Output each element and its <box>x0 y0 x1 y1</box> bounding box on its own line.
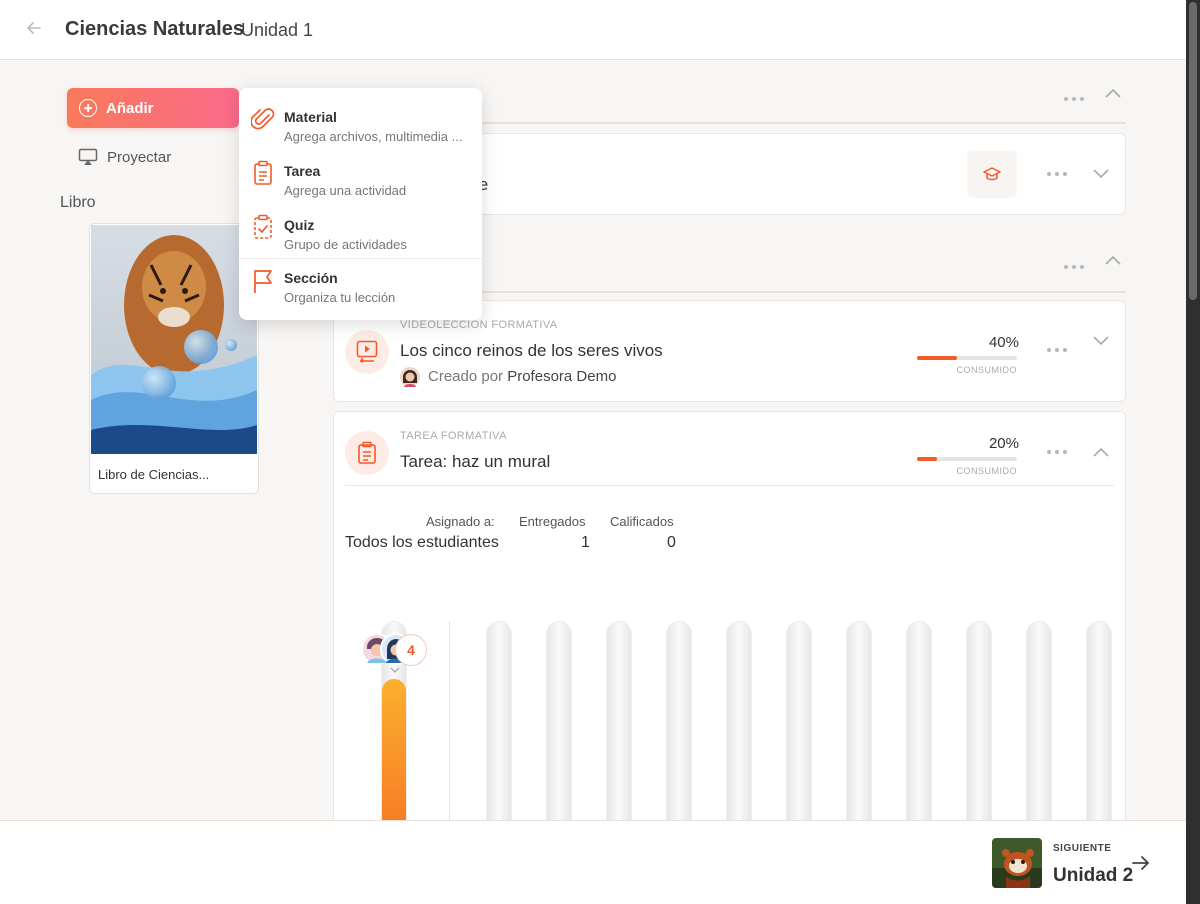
progress-fill <box>917 356 957 360</box>
progress-percent: 40% <box>988 334 1019 351</box>
chevron-up-icon[interactable] <box>1105 88 1121 98</box>
menu-item-subtitle: Organiza tu lección <box>284 290 396 305</box>
clipboard-icon <box>358 441 376 464</box>
empty-bar-slot[interactable] <box>966 621 992 821</box>
consumed-label: CONSUMIDO <box>956 466 1017 476</box>
add-button[interactable]: Añadir <box>67 88 239 128</box>
menu-item-subtitle: Grupo de actividades <box>284 237 407 252</box>
next-unit-title[interactable]: Unidad 2 <box>1053 865 1133 887</box>
lesson-type-label: TAREA FORMATIVA <box>400 430 507 442</box>
chevron-down-small-icon <box>390 667 400 673</box>
menu-item-tarea[interactable]: Tarea Agrega una actividad <box>239 146 482 200</box>
more-options-icon[interactable] <box>1064 97 1086 103</box>
menu-separator <box>239 258 482 259</box>
clipboard-check-icon <box>254 214 272 239</box>
progress-percent: 20% <box>988 435 1019 452</box>
chevron-down-icon[interactable] <box>1093 336 1109 346</box>
paperclip-icon <box>251 108 275 130</box>
cast-screen-icon <box>78 148 98 165</box>
empty-bar-slot[interactable] <box>486 621 512 821</box>
empty-bar-slot[interactable] <box>726 621 752 821</box>
assigned-label: Asignado a: <box>426 514 495 529</box>
graduation-cap-icon <box>983 167 1001 181</box>
next-unit-thumbnail[interactable] <box>992 838 1042 888</box>
lesson-title[interactable]: Los cinco reinos de los seres vivos <box>400 341 663 361</box>
add-button-label: Añadir <box>106 99 154 117</box>
video-icon-circle <box>345 330 389 374</box>
author-avatar <box>400 367 420 387</box>
lesson-type-label: VIDEOLECCIÓN FORMATIVA <box>400 319 558 331</box>
add-menu-dropdown: Material Agrega archivos, multimedia ...… <box>239 88 482 320</box>
created-by-prefix: Creado por <box>428 368 504 385</box>
window-scrollbar[interactable] <box>1186 0 1200 904</box>
empty-bar-slot[interactable] <box>786 621 812 821</box>
video-play-icon <box>356 340 378 363</box>
menu-item-title: Sección <box>284 270 338 286</box>
progress-track <box>917 457 1017 461</box>
graduation-badge[interactable] <box>967 151 1017 198</box>
book-cover-image <box>91 225 257 454</box>
student-bar-fill <box>382 679 406 829</box>
menu-item-seccion[interactable]: Sección Organiza tu lección <box>239 260 482 314</box>
graded-label: Calificados <box>610 514 674 529</box>
footer-bar: SIGUIENTE Unidad 2 <box>0 820 1186 904</box>
plus-circle-icon <box>79 99 97 117</box>
chevron-down-icon[interactable] <box>1093 169 1109 179</box>
menu-item-quiz[interactable]: Quiz Grupo de actividades <box>239 200 482 254</box>
empty-bar-slot[interactable] <box>846 621 872 821</box>
scrollbar-thumb[interactable] <box>1189 2 1197 300</box>
next-label: SIGUIENTE <box>1053 843 1112 854</box>
empty-bar-slot[interactable] <box>1026 621 1052 821</box>
empty-bar-slot[interactable] <box>606 621 632 821</box>
avatar-count-badge[interactable]: 4 <box>395 634 427 666</box>
chevron-up-icon[interactable] <box>1105 255 1121 265</box>
empty-bar-slot[interactable] <box>1086 621 1112 821</box>
empty-bar-slot[interactable] <box>666 621 692 821</box>
more-options-icon[interactable] <box>1047 172 1069 178</box>
delivered-label: Entregados <box>519 514 586 529</box>
book-section-label: Libro <box>60 194 96 211</box>
unit-title: Unidad 1 <box>241 20 314 40</box>
progress-track <box>917 356 1017 360</box>
lesson-title[interactable]: Tarea: haz un mural <box>400 452 550 472</box>
app-window: Ciencias Naturales Unidad 1 Añadir Proye… <box>0 0 1186 904</box>
more-options-icon[interactable] <box>1047 450 1069 456</box>
arrow-right-icon[interactable] <box>1130 852 1152 874</box>
menu-item-material[interactable]: Material Agrega archivos, multimedia ... <box>239 92 482 146</box>
assigned-value[interactable]: Todos los estudiantes <box>345 534 499 552</box>
graded-value: 0 <box>667 534 676 551</box>
project-button[interactable]: Proyectar <box>78 145 171 169</box>
book-name: Libro de Ciencias... <box>98 467 210 482</box>
more-options-icon[interactable] <box>1047 348 1069 354</box>
course-title: Ciencias Naturales <box>65 18 244 40</box>
author-name: Profesora Demo <box>507 368 617 385</box>
chart-divider <box>449 621 450 821</box>
menu-item-title: Material <box>284 109 337 125</box>
consumed-label: CONSUMIDO <box>956 365 1017 375</box>
empty-bar-slot[interactable] <box>546 621 572 821</box>
menu-item-subtitle: Agrega archivos, multimedia ... <box>284 129 463 144</box>
task-icon-circle <box>345 431 389 475</box>
flag-icon <box>254 270 272 293</box>
clipboard-icon <box>254 160 272 185</box>
empty-bar-slot[interactable] <box>906 621 932 821</box>
card-divider <box>345 485 1114 486</box>
top-bar: Ciencias Naturales Unidad 1 <box>0 0 1186 60</box>
chevron-up-icon[interactable] <box>1093 447 1109 457</box>
menu-item-title: Quiz <box>284 217 315 233</box>
menu-item-title: Tarea <box>284 163 321 179</box>
progress-fill <box>917 457 937 461</box>
delivered-value: 1 <box>581 534 590 551</box>
project-button-label: Proyectar <box>107 148 172 166</box>
book-card[interactable]: Libro de Ciencias... <box>89 223 259 494</box>
more-options-icon[interactable] <box>1064 265 1086 271</box>
menu-item-subtitle: Agrega una actividad <box>284 183 407 198</box>
back-arrow-icon[interactable] <box>24 18 44 38</box>
